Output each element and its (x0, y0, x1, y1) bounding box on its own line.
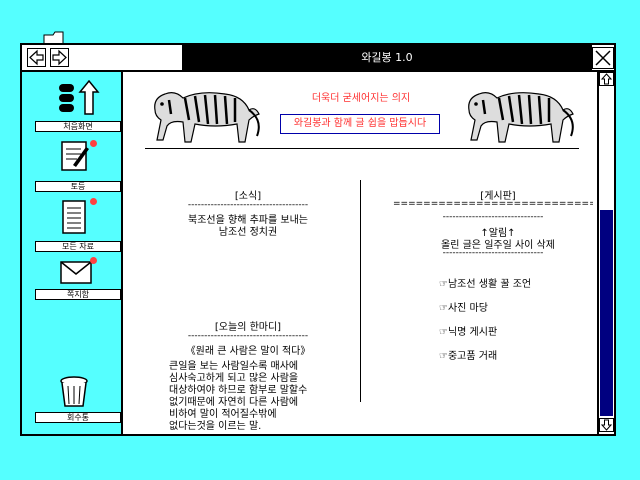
close-button[interactable] (592, 47, 614, 69)
arrow-right-icon (52, 49, 67, 66)
board-link[interactable]: ☞닉명 게시판 (439, 323, 497, 338)
arrow-left-icon (29, 49, 44, 66)
sidebar: 처음화면 토등 모든 자료 쪽지함 회수통 (22, 72, 123, 434)
tiger-image-right (468, 92, 574, 143)
back-button[interactable] (27, 48, 46, 67)
dashed-divider: ------------------------------------- (187, 331, 309, 341)
notepad-icon (61, 141, 89, 171)
dashed-divider: ------------------------------------- (187, 200, 309, 210)
content-area: 더욱더 굳세어지는 의지 와길봉과 함께 글 쉽을 맙듭시다 [소식] ----… (123, 72, 597, 434)
main-window: 와길봉 1.0 처음화면 토등 모든 자료 쪽지함 회수통 더욱더 굳세어지는 … (20, 43, 616, 436)
close-icon (595, 50, 611, 66)
sidebar-item-label: 회수통 (35, 412, 121, 423)
news-item[interactable]: 남조선 정치권 (153, 223, 343, 238)
sidebar-item-trash[interactable]: 회수통 (35, 374, 121, 430)
sidebar-item-label: 토등 (35, 181, 121, 192)
dashed-divider: ========================================… (393, 199, 593, 209)
vertical-scrollbar[interactable] (597, 72, 614, 434)
home-up-icon (59, 80, 100, 115)
window-title: 와길봉 1.0 (182, 45, 592, 70)
notification-badge (90, 257, 97, 264)
sidebar-item-label: 모든 자료 (35, 241, 121, 252)
dashed-divider: ------------------------------- (442, 248, 544, 258)
sidebar-item-mailbox[interactable]: 쪽지함 (35, 255, 121, 311)
board-link[interactable]: ☞중고품 거래 (439, 347, 497, 362)
sidebar-item-label: 처음화면 (35, 121, 121, 132)
dashed-divider: ------------------------------- (442, 212, 544, 222)
banner-link[interactable]: 와길봉과 함께 글 쉽을 맙듭시다 (280, 114, 440, 134)
title-bar: 와길봉 1.0 (22, 45, 614, 72)
document-icon (62, 200, 86, 234)
quote-line: 없다는것을 이르는 말. (169, 421, 262, 432)
column-divider (360, 180, 361, 402)
notification-badge (90, 140, 97, 147)
desktop-folder-icon[interactable] (43, 30, 71, 45)
sidebar-item-label: 쪽지함 (35, 289, 121, 300)
board-link[interactable]: ☞사진 마당 (439, 299, 488, 314)
forward-button[interactable] (50, 48, 69, 67)
board-link[interactable]: ☞남조선 생활 꿀 조언 (439, 275, 531, 290)
arrow-up-icon (600, 73, 613, 85)
notification-badge (90, 198, 97, 205)
sidebar-item-board[interactable]: 토등 (35, 137, 121, 193)
arrow-down-icon (600, 419, 613, 431)
scroll-down-button[interactable] (599, 418, 614, 432)
scroll-thumb[interactable] (600, 210, 613, 416)
tiger-image-left (154, 92, 260, 143)
sidebar-item-home[interactable]: 처음화면 (35, 78, 121, 134)
sidebar-item-all-data[interactable]: 모든 자료 (35, 197, 121, 253)
header-divider (145, 148, 579, 149)
trash-icon (60, 376, 88, 407)
quote-heading: 《원래 큰 사람은 말이 적다》 (185, 346, 311, 357)
mail-icon (60, 261, 92, 284)
scroll-up-button[interactable] (599, 72, 614, 86)
slogan-text: 더욱더 굳세어지는 의지 (311, 93, 411, 104)
